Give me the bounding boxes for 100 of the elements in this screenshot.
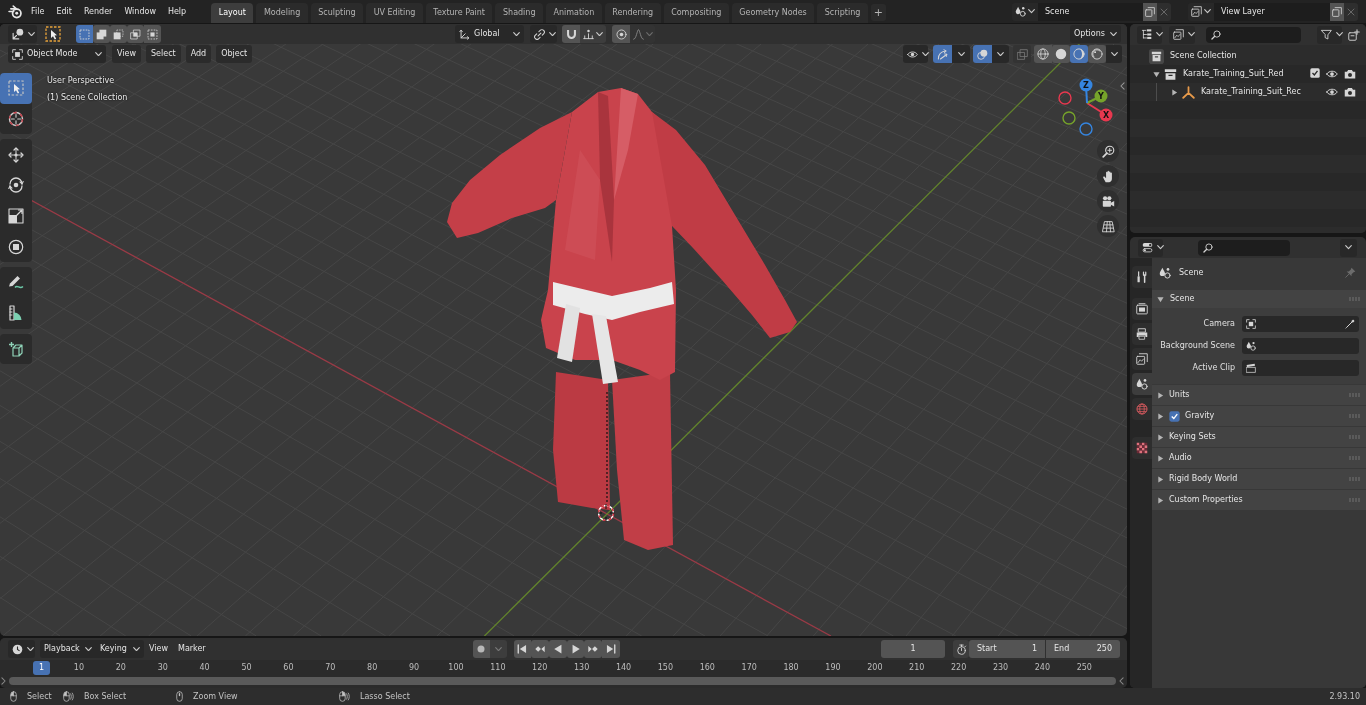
next-keyframe-button[interactable]	[584, 640, 603, 658]
scene-name-field[interactable]: Scene	[1038, 2, 1143, 21]
workspace-tab[interactable]: Animation	[546, 3, 602, 23]
filter-dropdown[interactable]	[1317, 25, 1342, 44]
search-field[interactable]	[1198, 239, 1290, 256]
sidebar-toggle-button[interactable]	[1118, 80, 1126, 92]
options-dropdown[interactable]	[1340, 238, 1357, 257]
panel-header[interactable]: Custom Properties	[1152, 490, 1366, 510]
shading-mode-button[interactable]	[1034, 45, 1052, 63]
add-workspace-button[interactable]: +	[870, 4, 886, 21]
workspace-tab[interactable]: Compositing	[663, 3, 729, 23]
panel-header[interactable]: Scene	[1152, 290, 1366, 308]
disclosure-triangle-icon[interactable]	[1152, 70, 1160, 78]
preview-range-toggle[interactable]	[953, 640, 969, 658]
shading-mode-button[interactable]	[1052, 45, 1070, 63]
workspace-tab[interactable]: Scripting	[817, 3, 868, 23]
panel-header[interactable]: Keying Sets	[1152, 427, 1366, 447]
overlay-dropdown[interactable]	[992, 45, 1009, 63]
orientation-dropdown[interactable]: Global	[455, 25, 524, 43]
menu-dropdown[interactable]: Keying	[96, 640, 144, 658]
workspace-tab[interactable]: Sculpting	[310, 3, 364, 23]
auto-keying-button[interactable]	[472, 640, 490, 658]
app-logo-icon[interactable]	[8, 4, 22, 19]
play-button[interactable]	[566, 640, 585, 658]
eyedropper-icon[interactable]	[1345, 319, 1355, 329]
negative-axis-handle[interactable]	[1062, 111, 1076, 125]
outliner-row[interactable]: Karate_Training_Suit_Red	[1130, 65, 1366, 83]
view-layer-name-field[interactable]: View Layer	[1214, 2, 1330, 21]
projection-toggle-button[interactable]	[1097, 215, 1119, 237]
view-layer-filter-dropdown[interactable]	[1169, 25, 1195, 44]
disclosure-triangle-icon[interactable]	[1170, 88, 1178, 96]
select-mode-button[interactable]	[110, 25, 127, 43]
properties-tab[interactable]	[1132, 437, 1152, 459]
properties-tab[interactable]	[1132, 298, 1152, 320]
checkbox-icon[interactable]	[1310, 68, 1320, 78]
camera-icon[interactable]	[1344, 68, 1356, 80]
menu-item[interactable]: Add	[185, 45, 212, 63]
display-mode-dropdown[interactable]	[1137, 25, 1162, 44]
panel-header[interactable]: Audio	[1152, 448, 1366, 468]
start-frame-field[interactable]: Start 1	[969, 640, 1045, 658]
current-frame-field[interactable]: 1	[881, 640, 945, 658]
menu-item[interactable]: Edit	[50, 2, 78, 21]
select-tool-button[interactable]	[44, 25, 62, 43]
checkbox-icon[interactable]	[1169, 410, 1180, 422]
tool-button[interactable]	[0, 333, 32, 365]
eye-icon[interactable]	[1326, 86, 1338, 98]
menu-item[interactable]: Window	[118, 2, 162, 21]
panel-header[interactable]: Units	[1152, 385, 1366, 405]
duplicate-button[interactable]	[1143, 2, 1157, 21]
properties-tab[interactable]	[1132, 266, 1152, 288]
search-field[interactable]	[1206, 26, 1301, 43]
menu-item[interactable]: Object	[216, 45, 253, 63]
menu-item[interactable]: Select	[146, 45, 181, 63]
zoom-button[interactable]	[1097, 140, 1119, 162]
editor-type-button[interactable]	[1138, 238, 1163, 257]
chevron-left-icon[interactable]	[1119, 677, 1124, 685]
pan-button[interactable]	[1097, 165, 1119, 187]
menu-item[interactable]: Render	[77, 2, 119, 21]
workspace-tab[interactable]: Shading	[495, 3, 543, 23]
scene-field[interactable]	[1242, 338, 1359, 354]
menu-item[interactable]: View	[112, 45, 141, 63]
properties-tab[interactable]	[1132, 373, 1152, 395]
snap-target-dropdown[interactable]	[580, 25, 606, 43]
workspace-tab[interactable]: Layout	[211, 3, 254, 23]
shading-dropdown[interactable]	[1106, 45, 1122, 63]
outliner-row[interactable]: Karate_Training_Suit_Rec	[1130, 83, 1366, 101]
proportional-editing-toggle[interactable]	[612, 25, 630, 43]
jump-start-button[interactable]	[513, 640, 532, 658]
editor-type-button[interactable]	[8, 25, 37, 43]
eye-icon[interactable]	[1326, 68, 1338, 80]
select-mode-button[interactable]	[144, 25, 161, 43]
timeline-scrollbar[interactable]	[9, 677, 1116, 685]
scene-selector-button[interactable]	[1012, 2, 1038, 21]
shading-mode-button[interactable]	[1088, 45, 1106, 63]
select-mode-button[interactable]	[93, 25, 110, 43]
properties-tab[interactable]	[1132, 348, 1152, 370]
axis-handle[interactable]: X	[1086, 102, 1113, 122]
menu-item[interactable]: Help	[161, 2, 193, 21]
xray-toggle[interactable]	[1013, 45, 1031, 63]
camera-icon[interactable]	[1344, 86, 1356, 98]
snap-toggle[interactable]	[562, 25, 580, 43]
outliner-row[interactable]: Scene Collection	[1130, 47, 1366, 65]
menu-item[interactable]: Marker	[173, 640, 211, 658]
gizmo-dropdown[interactable]	[952, 45, 970, 63]
negative-axis-handle[interactable]	[1058, 91, 1072, 105]
clip-field[interactable]	[1242, 360, 1359, 376]
gizmo-toggle[interactable]	[933, 45, 952, 63]
overlay-toggle[interactable]	[973, 45, 992, 63]
end-frame-field[interactable]: End 250	[1046, 640, 1120, 658]
properties-tab[interactable]	[1132, 323, 1152, 345]
object-field[interactable]	[1242, 316, 1359, 332]
camera-view-button[interactable]	[1097, 190, 1119, 212]
visibility-dropdown[interactable]	[903, 45, 928, 63]
workspace-tab[interactable]: Geometry Nodes	[731, 3, 815, 23]
workspace-tab[interactable]: Texture Paint	[425, 3, 493, 23]
options-dropdown[interactable]: Options	[1070, 25, 1121, 43]
chevron-right-icon[interactable]	[1, 677, 6, 685]
menu-dropdown[interactable]: Playback	[40, 640, 96, 658]
negative-axis-handle[interactable]	[1079, 122, 1093, 136]
panel-header[interactable]: Gravity	[1152, 406, 1366, 426]
